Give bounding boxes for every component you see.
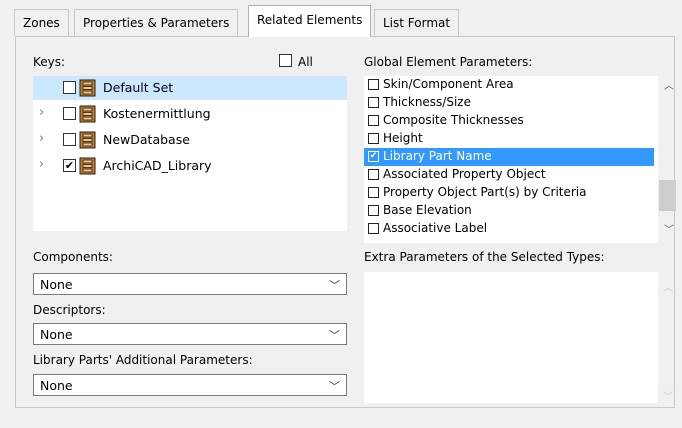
scroll-up-arrow-icon[interactable]: ︿ [661, 279, 675, 294]
param-label: Associated Property Object [383, 167, 546, 181]
chevron-down-icon: ﹀ [329, 329, 340, 342]
chevron-right-icon[interactable]: › [39, 106, 51, 120]
extra-params-label: Extra Parameters of the Selected Types: [364, 250, 605, 264]
tree-item-kostenermittlung[interactable]: › Kostenermittlung [33, 102, 347, 126]
param-label: Associative Label [383, 221, 488, 235]
param-label: Property Object Part(s) by Criteria [383, 185, 587, 199]
extra-params-list[interactable] [364, 272, 658, 403]
descriptors-label: Descriptors: [33, 303, 106, 317]
checkbox-checked[interactable]: ✔ [368, 151, 379, 162]
checkbox[interactable] [63, 81, 76, 94]
keys-tree[interactable]: Default Set › Kostenermittlung › NewData… [33, 76, 347, 231]
tree-item-label: ArchiCAD_Library [103, 158, 212, 173]
keys-label: Keys: [33, 55, 66, 69]
param-item[interactable]: Composite Thicknesses [364, 112, 654, 130]
tree-item-archicad-library[interactable]: › ✔ ArchiCAD_Library [33, 154, 347, 178]
select-value: None [40, 277, 73, 292]
checkbox[interactable] [368, 97, 379, 108]
select-value: None [40, 327, 73, 342]
checkbox[interactable] [368, 79, 379, 90]
tab-related-elements[interactable]: Related Elements [248, 5, 372, 37]
tab-label: Properties & Parameters [83, 16, 230, 30]
tree-item-label: NewDatabase [103, 132, 190, 147]
tab-label: Related Elements [257, 13, 363, 27]
chevron-down-icon: ﹀ [329, 380, 340, 393]
param-item[interactable]: Property Object Part(s) by Criteria [364, 184, 654, 202]
library-parts-select[interactable]: None ﹀ [33, 374, 347, 396]
param-label: Thickness/Size [383, 95, 471, 109]
param-item[interactable]: Associated Property Object [364, 166, 654, 184]
checkbox[interactable] [63, 107, 76, 120]
checkbox-checked[interactable]: ✔ [63, 159, 76, 172]
tree-item-newdatabase[interactable]: › NewDatabase [33, 128, 347, 152]
param-label: Height [383, 131, 423, 145]
select-value: None [40, 378, 73, 393]
param-label: Composite Thicknesses [383, 113, 524, 127]
tree-item-label: Kostenermittlung [103, 106, 211, 121]
all-checkbox[interactable] [279, 54, 292, 67]
database-icon [79, 79, 96, 97]
components-label: Components: [33, 250, 113, 264]
param-label: Library Part Name [383, 149, 492, 163]
scroll-down-arrow-icon[interactable]: ﹀ [661, 388, 675, 403]
tab-zones[interactable]: Zones [14, 9, 69, 36]
scroll-up-arrow-icon[interactable]: ︿ [663, 80, 675, 94]
param-item[interactable]: Height [364, 130, 654, 148]
all-label: All [298, 55, 313, 69]
chevron-right-icon[interactable]: › [39, 158, 51, 172]
tab-bar: Zones Properties & Parameters Related El… [0, 0, 682, 37]
scroll-down-arrow-icon[interactable]: ﹀ [663, 224, 675, 238]
descriptors-select[interactable]: None ﹀ [33, 323, 347, 345]
param-label: Base Elevation [383, 203, 472, 217]
tab-properties-parameters[interactable]: Properties & Parameters [74, 9, 239, 36]
global-params-list[interactable]: Skin/Component Area Thickness/Size Compo… [364, 76, 658, 243]
checkbox[interactable] [368, 169, 379, 180]
tab-list-format[interactable]: List Format [374, 9, 460, 36]
database-icon [79, 131, 96, 149]
tree-item-default-set[interactable]: Default Set [33, 76, 347, 100]
chevron-right-icon[interactable]: › [39, 132, 51, 146]
tab-label: List Format [383, 16, 451, 30]
database-icon [79, 157, 96, 175]
param-item[interactable]: Associative Label [364, 220, 654, 238]
param-item[interactable]: Skin/Component Area [364, 76, 654, 94]
scrollbar-thumb[interactable] [659, 180, 676, 211]
checkbox[interactable] [368, 133, 379, 144]
tab-label: Zones [23, 16, 60, 30]
param-item-selected[interactable]: ✔ Library Part Name [364, 148, 654, 166]
library-parts-label: Library Parts' Additional Parameters: [33, 353, 253, 367]
global-params-label: Global Element Parameters: [364, 55, 533, 69]
checkbox[interactable] [368, 223, 379, 234]
checkbox[interactable] [368, 187, 379, 198]
checkbox[interactable] [368, 205, 379, 216]
tree-item-label: Default Set [103, 80, 174, 95]
checkbox[interactable] [368, 115, 379, 126]
param-label: Skin/Component Area [383, 77, 514, 91]
param-item[interactable]: Thickness/Size [364, 94, 654, 112]
chevron-down-icon: ﹀ [329, 279, 340, 292]
param-item[interactable]: Base Elevation [364, 202, 654, 220]
components-select[interactable]: None ﹀ [33, 273, 347, 295]
checkbox[interactable] [63, 133, 76, 146]
database-icon [79, 105, 96, 123]
